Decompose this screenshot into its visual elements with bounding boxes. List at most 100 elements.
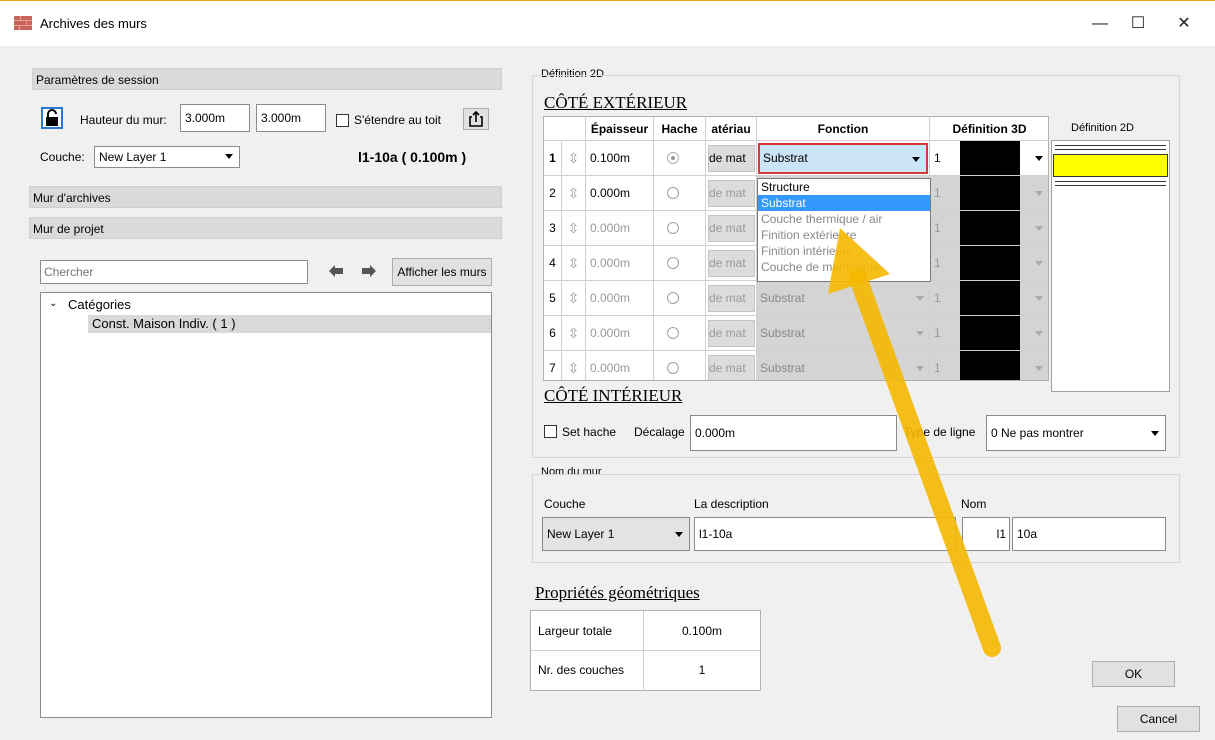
dropdown-option[interactable]: Substrat [758, 195, 930, 211]
material-button[interactable]: de mat [708, 250, 755, 277]
header-function[interactable]: Fonction [757, 117, 930, 141]
row-drag-handle-icon[interactable]: ⇳ [562, 281, 586, 316]
material-button[interactable]: de mat [708, 320, 755, 347]
back-arrow-icon[interactable] [328, 264, 344, 278]
chevron-down-icon [1035, 191, 1043, 196]
wallname-layer-select[interactable]: New Layer 1 [542, 517, 690, 551]
function-select-value: Substrat [763, 151, 808, 165]
window-title: Archives des murs [40, 16, 147, 31]
share-button[interactable] [463, 108, 489, 130]
tree-expand-icon[interactable]: ⌄ [49, 298, 57, 309]
dropdown-option[interactable]: Structure [758, 179, 930, 195]
hatch-cell [654, 246, 706, 281]
def3d-cell[interactable]: 1 [930, 176, 1048, 211]
extend-roof-checkbox[interactable] [336, 114, 349, 127]
hatch-radio[interactable] [667, 222, 679, 234]
header-hatch[interactable]: Hache [654, 117, 706, 141]
wallname-layer-value: New Layer 1 [547, 527, 615, 541]
hatch-radio[interactable] [667, 187, 679, 199]
material-cell: de mat [706, 176, 757, 211]
forward-arrow-icon[interactable] [361, 264, 377, 278]
title-bar: Archives des murs — ☐ ✕ [0, 0, 1215, 46]
set-hatch-label: Set hache [562, 425, 617, 439]
hatch-cell [654, 351, 706, 380]
search-input[interactable] [40, 260, 308, 284]
lock-button[interactable] [41, 107, 63, 129]
lock-icon [46, 109, 58, 126]
def3d-color-swatch [960, 176, 1020, 210]
material-cell: de mat [706, 281, 757, 316]
tree-item[interactable]: Const. Maison Indiv. ( 1 ) [88, 315, 491, 333]
chevron-down-icon [1035, 331, 1043, 336]
ok-button[interactable]: OK [1092, 661, 1175, 687]
chevron-down-icon [225, 154, 233, 159]
extend-roof-label: S'étendre au toit [354, 113, 442, 127]
wall-height-input[interactable]: 3.000m [180, 104, 250, 132]
material-button[interactable]: de mat [708, 145, 755, 172]
header-thickness[interactable]: Épaisseur [586, 117, 654, 141]
tree-root[interactable]: Catégories [68, 297, 131, 312]
line-type-select[interactable]: 0 Ne pas montrer [986, 415, 1166, 451]
session-settings-header[interactable]: Paramètres de session [32, 68, 502, 90]
thickness-cell[interactable]: 0.000m [586, 281, 654, 316]
hatch-radio[interactable] [667, 257, 679, 269]
thickness-cell[interactable]: 0.000m [586, 211, 654, 246]
hatch-radio[interactable] [667, 362, 679, 374]
def3d-cell[interactable]: 1 [930, 141, 1048, 176]
row-drag-handle-icon[interactable]: ⇳ [562, 176, 586, 211]
header-def3d[interactable]: Définition 3D [930, 117, 1048, 141]
thickness-cell[interactable]: 0.000m [586, 176, 654, 211]
layer-select-value: New Layer 1 [99, 150, 167, 164]
layers-count-value: 1 [698, 663, 706, 677]
layer-select[interactable]: New Layer 1 [94, 146, 240, 168]
show-walls-button[interactable]: Afficher les murs [392, 258, 492, 286]
material-button[interactable]: de mat [708, 285, 755, 312]
hatch-radio[interactable] [667, 152, 679, 164]
thickness-cell[interactable]: 0.000m [586, 316, 654, 351]
def3d-value: 1 [934, 151, 941, 165]
minimize-button[interactable]: — [1083, 9, 1117, 39]
total-width-value: 0.100m [644, 611, 760, 651]
row-drag-handle-icon[interactable]: ⇳ [562, 316, 586, 351]
row-number: 5 [544, 281, 562, 316]
material-button[interactable]: de mat [708, 215, 755, 242]
row-drag-handle-icon[interactable]: ⇳ [562, 211, 586, 246]
layers-count-label: Nr. des couches [531, 651, 644, 690]
cancel-button[interactable]: Cancel [1117, 706, 1200, 732]
wall-icon [14, 16, 32, 30]
set-hatch-checkbox[interactable] [544, 425, 557, 438]
close-button[interactable]: ✕ [1167, 9, 1201, 39]
name-input[interactable]: 10a [1012, 517, 1166, 551]
row-number: 3 [544, 211, 562, 246]
row-drag-handle-icon[interactable]: ⇳ [562, 141, 586, 176]
chevron-down-icon [1035, 296, 1043, 301]
thickness-cell[interactable]: 0.000m [586, 246, 654, 281]
row-drag-handle-icon[interactable]: ⇳ [562, 246, 586, 281]
thickness-cell[interactable]: 0.000m [586, 351, 654, 380]
chevron-down-icon [1035, 156, 1043, 161]
row-number: 2 [544, 176, 562, 211]
function-select-value: Substrat [760, 291, 805, 305]
maximize-button[interactable]: ☐ [1121, 9, 1155, 39]
material-button[interactable]: de mat [708, 355, 755, 380]
geo-title: Propriétés géométriques [535, 583, 700, 602]
archive-walls-header[interactable]: Mur d'archives [29, 186, 502, 208]
geo-table: Largeur totale 0.100m Nr. des couches 1 [530, 610, 761, 691]
wallname-layer-label: Couche [544, 497, 586, 511]
hatch-cell [654, 281, 706, 316]
function-select[interactable]: Substrat [758, 143, 928, 174]
header-material[interactable]: atériau [706, 117, 757, 141]
row-drag-handle-icon[interactable]: ⇳ [562, 351, 586, 380]
chevron-down-icon [675, 532, 683, 537]
row-number: 1 [544, 141, 562, 176]
chevron-down-icon [1035, 226, 1043, 231]
hatch-radio[interactable] [667, 327, 679, 339]
wall-height-input-2[interactable]: 3.000m [256, 104, 326, 132]
material-button[interactable]: de mat [708, 180, 755, 207]
project-walls-header[interactable]: Mur de projet [29, 217, 502, 239]
hatch-radio[interactable] [667, 292, 679, 304]
material-cell: de mat [706, 141, 757, 176]
annotation-arrow-icon [828, 228, 1001, 657]
preview-swatch[interactable] [1053, 154, 1168, 177]
thickness-cell[interactable]: 0.100m [586, 141, 654, 176]
